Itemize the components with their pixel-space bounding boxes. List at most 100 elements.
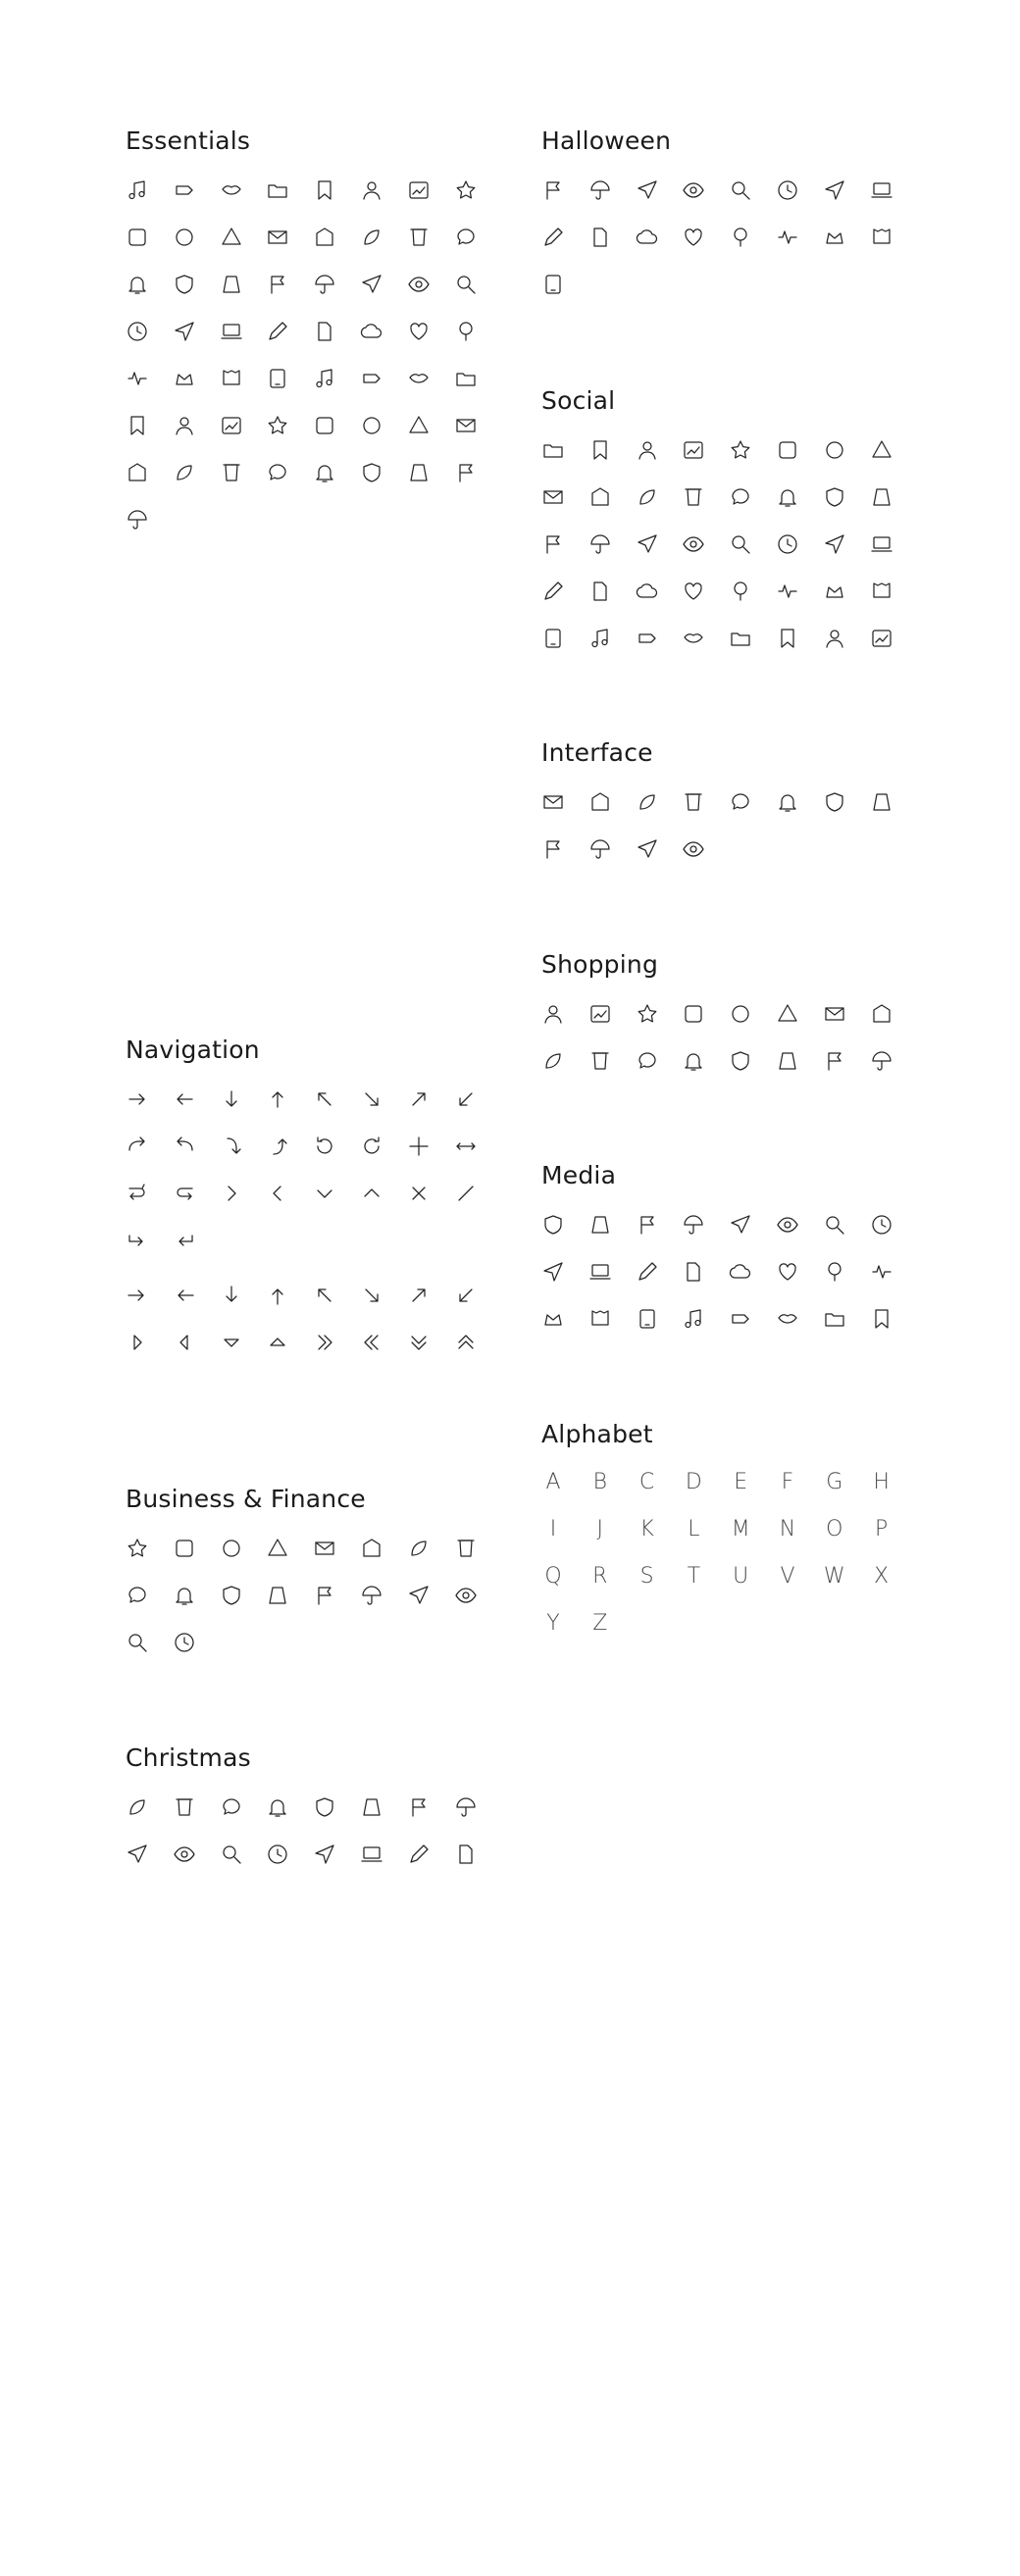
cloud-upload-icon[interactable] [776,790,799,814]
arrow-icon[interactable] [682,178,705,202]
github-icon[interactable] [682,580,705,603]
bold-arrow-up-left-icon[interactable] [313,1284,336,1307]
paperclip-icon[interactable] [454,367,478,390]
caret-down-icon[interactable] [220,1331,243,1354]
store-icon[interactable] [541,1049,565,1073]
messenger-icon[interactable] [588,532,612,556]
photo-camera-icon[interactable] [729,1307,752,1331]
chevron-up-icon[interactable] [360,1182,383,1205]
bag-icon[interactable] [126,414,149,437]
letter-t[interactable]: T [682,1564,705,1590]
pinterest-icon[interactable] [823,438,846,462]
bat-icon[interactable] [636,178,659,202]
magnifier-icon[interactable] [126,320,149,343]
arrow-up-icon[interactable] [266,1087,289,1111]
briefcase-icon[interactable] [360,1537,383,1560]
letter-p[interactable]: P [870,1517,893,1542]
broadcast-icon[interactable] [776,1260,799,1284]
double-chevron-down-icon[interactable] [407,1331,431,1354]
stand-icon[interactable] [588,1049,612,1073]
discord-icon[interactable] [636,485,659,509]
play-icon[interactable] [682,1260,705,1284]
chrome-icon[interactable] [823,627,846,650]
facebook-icon[interactable] [541,438,565,462]
pumpkin-icon[interactable] [682,226,705,249]
double-chevron-up-icon[interactable] [454,1331,478,1354]
tree-icon[interactable] [126,367,149,390]
cloud-icon[interactable] [636,1307,659,1331]
pin-icon[interactable] [313,367,336,390]
letter-c[interactable]: C [636,1470,659,1495]
camera-icon[interactable] [870,1002,893,1026]
enter-left-icon[interactable] [173,1229,196,1252]
star-icon[interactable] [454,178,478,202]
triangle-icon[interactable] [220,226,243,249]
bookmark-icon[interactable] [588,837,612,861]
star-wand-icon[interactable] [454,1843,478,1866]
letter-w[interactable]: W [823,1564,846,1590]
shuffle-icon[interactable] [823,1213,846,1237]
bell-icon[interactable] [173,273,196,296]
microphone-icon[interactable] [588,1213,612,1237]
receipt-icon[interactable] [173,1631,196,1654]
trello-icon[interactable] [776,532,799,556]
toolbox-icon[interactable] [636,790,659,814]
bone-icon[interactable] [776,178,799,202]
download-tray-icon[interactable] [823,790,846,814]
producthunt-icon[interactable] [776,580,799,603]
bitcoin-icon[interactable] [266,1537,289,1560]
share-icon[interactable] [588,1307,612,1331]
move-icon[interactable] [407,1135,431,1158]
moon-icon[interactable] [870,226,893,249]
house-icon[interactable] [173,367,196,390]
letter-k[interactable]: K [636,1517,659,1542]
clock-icon[interactable] [173,320,196,343]
candle-icon[interactable] [454,1795,478,1819]
camera-icon[interactable] [823,1260,846,1284]
wallet-icon[interactable] [682,1049,705,1073]
sparkle-icon[interactable] [870,1307,893,1331]
badge-icon[interactable] [682,837,705,861]
headset-icon[interactable] [126,461,149,484]
letter-v[interactable]: V [776,1564,799,1590]
snow-globe-icon[interactable] [173,1795,196,1819]
video-icon[interactable] [870,1213,893,1237]
ticket-icon[interactable] [729,1049,752,1073]
play-icon[interactable] [266,461,289,484]
tiktok-icon[interactable] [588,438,612,462]
candy-icon[interactable] [729,178,752,202]
owl-icon[interactable] [823,226,846,249]
t-shirt-icon[interactable] [360,367,383,390]
arrow-up-left-icon[interactable] [313,1087,336,1111]
youtube-icon[interactable] [636,438,659,462]
diagonal-icon[interactable] [454,1182,478,1205]
tag-icon[interactable] [682,1002,705,1026]
tumblr-icon[interactable] [870,438,893,462]
cash-icon[interactable] [454,1584,478,1607]
ethereum-icon[interactable] [173,1537,196,1560]
telegram-icon[interactable] [682,438,705,462]
rotate-right-icon[interactable] [360,1135,383,1158]
hand-icon[interactable] [636,226,659,249]
return-right-icon[interactable] [126,1182,149,1205]
dropbox-icon[interactable] [636,627,659,650]
tag-icon[interactable] [173,178,196,202]
tv-icon[interactable] [823,1307,846,1331]
thumbs-up-icon[interactable] [220,414,243,437]
euro-icon[interactable] [220,1537,243,1560]
pause-icon[interactable] [636,1260,659,1284]
trash-icon[interactable] [454,226,478,249]
caret-left-icon[interactable] [173,1331,196,1354]
shield-icon[interactable] [682,790,705,814]
letter-a[interactable]: A [541,1470,565,1495]
safari-icon[interactable] [870,532,893,556]
broom-icon[interactable] [870,178,893,202]
bell-icon[interactable] [360,1795,383,1819]
stocking-icon[interactable] [220,1795,243,1819]
tinder-icon[interactable] [729,580,752,603]
hourglass-icon[interactable] [173,461,196,484]
snowflake-icon[interactable] [313,1843,336,1866]
patreon-icon[interactable] [636,580,659,603]
close-icon[interactable] [407,1182,431,1205]
arrow-up-right-icon[interactable] [407,1087,431,1111]
